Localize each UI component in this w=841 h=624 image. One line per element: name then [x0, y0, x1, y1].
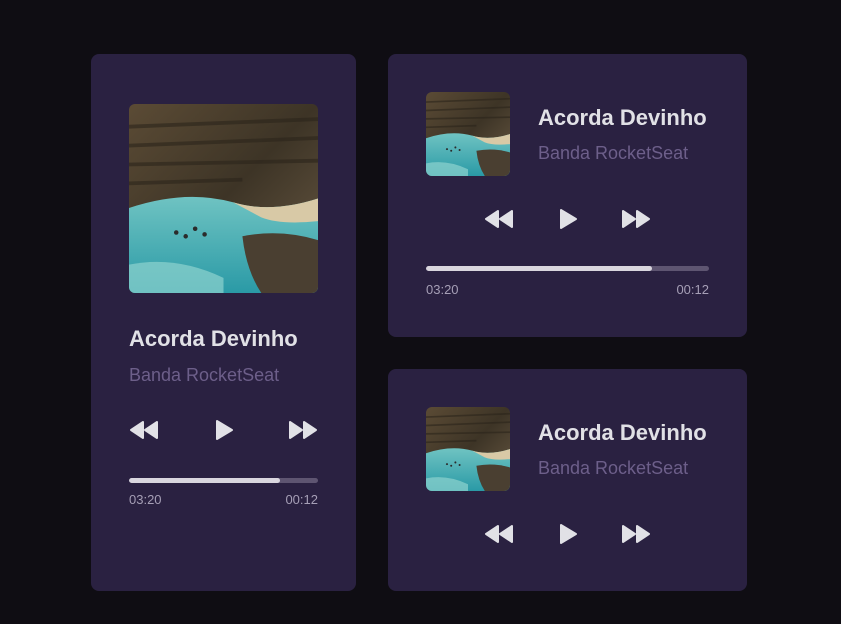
- song-title: Acorda Devinho: [538, 105, 707, 130]
- fast-forward-icon: [289, 421, 317, 439]
- album-cover-image: [129, 104, 318, 293]
- artist-name: Banda RocketSeat: [129, 365, 280, 385]
- play-icon: [560, 209, 577, 229]
- fast-forward-icon: [622, 525, 650, 543]
- remaining-time: 00:12: [676, 282, 709, 297]
- remaining-time: 00:12: [285, 492, 318, 507]
- rewind-icon: [485, 525, 513, 543]
- fast-forward-button[interactable]: [620, 207, 652, 231]
- rewind-button[interactable]: [128, 418, 160, 442]
- album-cover: [426, 407, 510, 491]
- artist-name: Banda RocketSeat: [538, 143, 689, 163]
- rewind-button[interactable]: [483, 522, 515, 546]
- artist-name: Banda RocketSeat: [538, 458, 689, 478]
- rewind-button[interactable]: [483, 207, 515, 231]
- album-cover: [426, 92, 510, 176]
- song-title: Acorda Devinho: [538, 420, 707, 445]
- album-cover-image: [426, 92, 510, 176]
- fast-forward-icon: [622, 210, 650, 228]
- play-icon: [560, 524, 577, 544]
- play-icon: [216, 420, 233, 440]
- play-button[interactable]: [208, 418, 240, 442]
- rewind-icon: [130, 421, 158, 439]
- player-card-large: Acorda Devinho Banda RocketSeat 03:20 00…: [91, 54, 356, 591]
- progress-fill: [129, 478, 281, 483]
- fast-forward-button[interactable]: [620, 522, 652, 546]
- album-cover: [129, 104, 318, 293]
- progress-bar[interactable]: [426, 266, 709, 271]
- album-cover-image: [426, 407, 510, 491]
- elapsed-time: 03:20: [426, 282, 459, 297]
- player-card-compact-progress: Acorda Devinho Banda RocketSeat 03:20 00…: [388, 54, 747, 337]
- play-button[interactable]: [552, 522, 584, 546]
- player-card-compact: Acorda Devinho Banda RocketSeat: [388, 369, 747, 591]
- progress-bar[interactable]: [129, 478, 318, 483]
- play-button[interactable]: [552, 207, 584, 231]
- song-title: Acorda Devinho: [129, 326, 298, 351]
- progress-fill: [426, 266, 653, 271]
- rewind-icon: [485, 210, 513, 228]
- fast-forward-button[interactable]: [287, 418, 319, 442]
- elapsed-time: 03:20: [129, 492, 162, 507]
